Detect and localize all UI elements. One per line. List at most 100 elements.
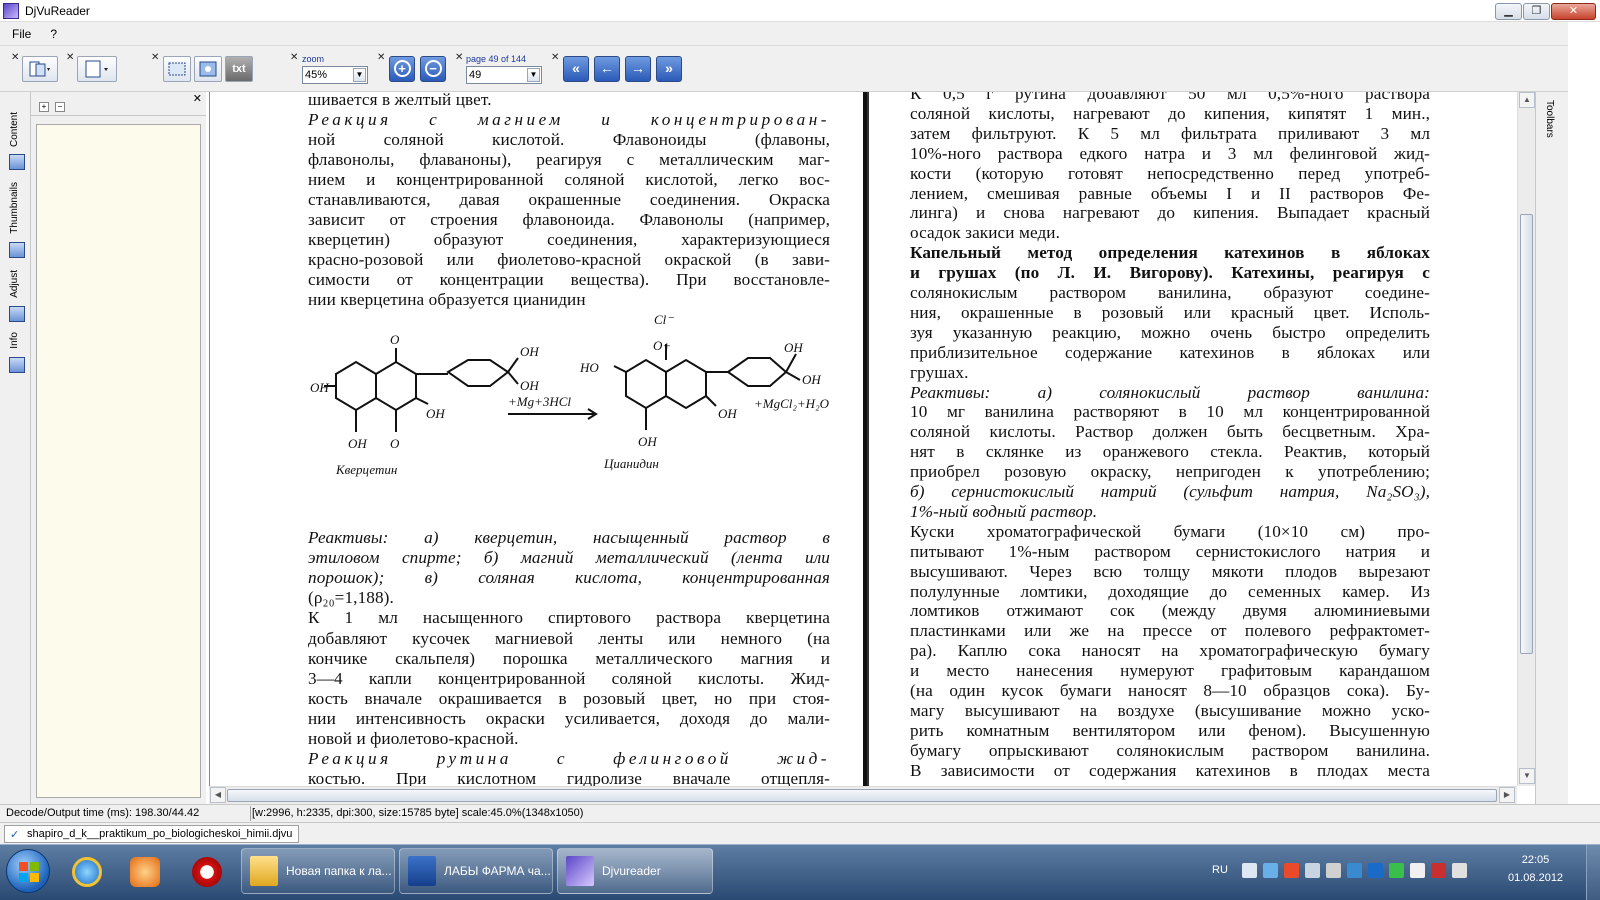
- toolbar-close-icon[interactable]: ✕: [551, 52, 559, 63]
- scroll-left-arrow-icon[interactable]: ◀: [210, 787, 226, 803]
- collapse-all-icon[interactable]: −: [55, 102, 65, 112]
- label-oh: OH: [520, 378, 539, 393]
- page-value: 49: [469, 69, 482, 81]
- last-page-button[interactable]: »: [656, 56, 682, 82]
- taskbar-djvureader-button[interactable]: Djvureader: [557, 848, 713, 894]
- media-player-pin[interactable]: [118, 849, 172, 895]
- toolbar-close-icon[interactable]: ✕: [455, 52, 463, 63]
- vertical-scrollbar[interactable]: ▲ ▼: [1517, 92, 1535, 786]
- scroll-right-arrow-icon[interactable]: ▶: [1499, 787, 1515, 803]
- text-line: шивается в желтый цвет.: [308, 92, 492, 109]
- zoom-in-button[interactable]: +: [389, 56, 415, 82]
- volume-icon[interactable]: [1451, 862, 1467, 878]
- left-arrow-icon: ←: [600, 60, 614, 76]
- tab-thumbnails[interactable]: Thumbnails: [9, 182, 20, 234]
- pages-layout-icon: [29, 61, 50, 77]
- document-tab-bar: ✓ shapiro_d_k__praktikum_po_biologichesk…: [0, 822, 1600, 844]
- zoom-value: 45%: [305, 69, 328, 81]
- zoom-select[interactable]: 45% ▼: [302, 66, 368, 84]
- tray-app-icon[interactable]: [1430, 862, 1446, 878]
- tray-app-icon[interactable]: [1367, 862, 1383, 878]
- vertical-scroll-thumb[interactable]: [1520, 214, 1533, 654]
- toolbar-close-icon[interactable]: ✕: [377, 52, 385, 63]
- content-tab-icon[interactable]: [9, 154, 25, 170]
- contents-panel: ✕ + −: [31, 92, 206, 804]
- info-tab-icon[interactable]: [9, 357, 25, 373]
- page-select[interactable]: 49 ▼: [466, 66, 542, 84]
- tray-app-icon[interactable]: [1241, 862, 1257, 878]
- document-view[interactable]: шивается в желтый цвет. Реакция с магние…: [209, 92, 1517, 786]
- toolbar: ✕ ✕ ✕ txt ✕ zoom 45% ▼ ✕ + − ✕ page 49 o…: [0, 46, 1600, 92]
- toolbar-close-icon[interactable]: ✕: [290, 52, 298, 63]
- tray-app-icon[interactable]: [1388, 862, 1404, 878]
- tab-content[interactable]: Content: [9, 112, 20, 147]
- previous-page-button[interactable]: ←: [594, 56, 620, 82]
- zoom-label: zoom: [302, 54, 325, 64]
- first-page-button[interactable]: «: [563, 56, 589, 82]
- panel-close-icon[interactable]: ✕: [193, 92, 202, 105]
- taskbar-explorer-button[interactable]: Новая папка к ла...: [241, 848, 395, 894]
- tab-toolbars[interactable]: Toolbars: [1544, 100, 1555, 138]
- label-oh: OH: [348, 436, 367, 451]
- opera-pin[interactable]: [180, 849, 234, 895]
- cyanidin-name: Цианидин: [603, 456, 659, 471]
- chevron-down-icon[interactable]: ▼: [527, 68, 540, 82]
- layout-menu-button[interactable]: [22, 56, 58, 82]
- clock[interactable]: 22:05 01.08.2012: [1508, 851, 1563, 887]
- clock-time: 22:05: [1521, 854, 1550, 866]
- chevron-down-icon[interactable]: ▼: [353, 68, 366, 82]
- text-line: кверцетин) образуют соединения, характер…: [308, 230, 830, 249]
- scroll-up-arrow-icon[interactable]: ▲: [1519, 92, 1535, 108]
- ring-b2: [726, 357, 788, 387]
- maximize-button[interactable]: ❐: [1523, 3, 1550, 20]
- tray-app-icon[interactable]: [1283, 862, 1299, 878]
- taskbar-word-button[interactable]: ЛАБЫ ФАРМА ча...: [399, 848, 553, 894]
- text-line: ной соляной кислотой. Флавоноиды (флавон…: [308, 130, 830, 149]
- zoom-out-button[interactable]: −: [420, 56, 446, 82]
- minimize-button[interactable]: ▁: [1495, 3, 1522, 20]
- text-line: К 0,5 г рутина добавляют 50 мл 0,5%-ного…: [910, 92, 1430, 103]
- tray-app-icon[interactable]: [1346, 862, 1362, 878]
- show-desktop-button[interactable]: [1586, 845, 1600, 900]
- close-button[interactable]: ✕: [1551, 3, 1596, 20]
- taskbar-button-label: Новая папка к ла...: [286, 864, 392, 878]
- text-mode-button[interactable]: txt: [225, 56, 253, 82]
- adjust-tab-icon[interactable]: [9, 306, 25, 322]
- menu-file[interactable]: File: [0, 27, 38, 41]
- label-ho: HO: [579, 360, 599, 375]
- toolbar-close-icon[interactable]: ✕: [151, 52, 159, 63]
- status-separator: [250, 806, 251, 821]
- page-mode-button[interactable]: [77, 56, 117, 82]
- horizontal-scrollbar[interactable]: ◀ ▶: [209, 786, 1517, 804]
- menu-help[interactable]: ?: [38, 27, 64, 41]
- ring-c: [375, 360, 417, 412]
- expand-all-icon[interactable]: +: [39, 102, 49, 112]
- tab-info[interactable]: Info: [9, 332, 20, 349]
- contents-tree[interactable]: [36, 124, 201, 798]
- thumbnails-tab-icon[interactable]: [9, 242, 25, 258]
- language-indicator[interactable]: RU: [1212, 864, 1228, 876]
- select-rect-button[interactable]: [163, 56, 191, 82]
- next-page-button[interactable]: →: [625, 56, 651, 82]
- zoom-in-icon: +: [393, 60, 411, 77]
- image-mode-button[interactable]: [194, 56, 222, 82]
- scroll-down-arrow-icon[interactable]: ▼: [1519, 768, 1535, 784]
- text-line: соляной кислоты, нагревают до кипения, к…: [910, 103, 1430, 123]
- page-info-text: [w:2996, h:2335, dpi:300, size:15785 byt…: [252, 807, 584, 819]
- internet-explorer-pin[interactable]: [60, 849, 114, 895]
- tray-app-icon[interactable]: [1304, 862, 1320, 878]
- horizontal-scroll-thumb[interactable]: [227, 789, 1497, 802]
- checkmark-icon: ✓: [10, 829, 20, 841]
- tray-app-icon[interactable]: [1325, 862, 1341, 878]
- action-center-flag-icon[interactable]: [1409, 862, 1425, 878]
- word-icon: [408, 856, 436, 886]
- label-oh: OH: [784, 340, 803, 355]
- tab-adjust[interactable]: Adjust: [9, 270, 20, 298]
- start-button[interactable]: [6, 849, 50, 893]
- toolbar-close-icon[interactable]: ✕: [11, 52, 19, 63]
- text-line: солянокислым раствором ванилина, образую…: [910, 283, 1430, 302]
- quercetin-name: Кверцетин: [335, 462, 397, 477]
- toolbar-close-icon[interactable]: ✕: [66, 52, 74, 63]
- tray-app-icon[interactable]: [1262, 862, 1278, 878]
- document-tab[interactable]: ✓ shapiro_d_k__praktikum_po_biologichesk…: [4, 825, 300, 843]
